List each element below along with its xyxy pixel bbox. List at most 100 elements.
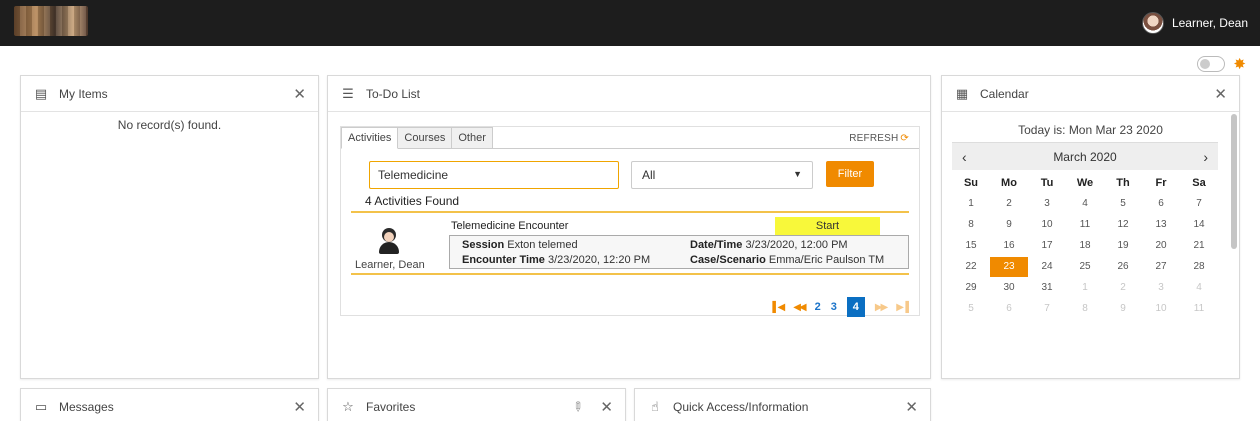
week-row: 1234567 <box>952 193 1218 214</box>
quick-access-title: Quick Access/Information <box>673 399 809 414</box>
calendar-day[interactable]: 6 <box>1142 198 1180 209</box>
calendar-day[interactable]: 1 <box>1066 282 1104 293</box>
calendar-day[interactable]: 24 <box>1028 261 1066 272</box>
calendar-day[interactable]: 11 <box>1180 303 1218 314</box>
close-icon[interactable]: ✕ <box>600 398 613 416</box>
month-label[interactable]: March 2020 <box>1053 150 1116 164</box>
todo-header: ☰ To-Do List <box>328 76 930 112</box>
messages-panel: ▭ Messages ✕ <box>20 388 319 421</box>
refresh-button[interactable]: REFRESH ⟳ <box>849 133 909 144</box>
weekday-label: Sa <box>1192 176 1206 189</box>
calendar-day[interactable]: 9 <box>990 219 1028 230</box>
week-row: 22 23 24 25 26 27 28 <box>952 256 1218 277</box>
messages-title: Messages <box>59 399 114 414</box>
calendar-day[interactable]: 5 <box>1104 198 1142 209</box>
calendar-day[interactable]: 25 <box>1066 261 1104 272</box>
close-icon[interactable]: ✕ <box>293 398 306 416</box>
tab-courses[interactable]: Courses <box>397 127 453 149</box>
calendar-grid: Su Mo Tu We Th Fr Sa 1 2 3 4 5 6 7 8 9 10 11 12 13 14 15 16 17 1… <box>952 172 1218 319</box>
calendar-day[interactable]: 12 <box>1104 219 1142 230</box>
calendar-day[interactable]: 16 <box>990 240 1028 251</box>
calendar-day[interactable]: 7 <box>1180 198 1218 209</box>
calendar-day[interactable]: 9 <box>1104 303 1142 314</box>
favorites-header: ☆ Favorites ✎ ✕ <box>328 389 625 421</box>
tab-activities[interactable]: Activities <box>341 127 399 149</box>
next-page-icon[interactable]: ▶▶ <box>875 302 888 313</box>
last-page-icon[interactable]: ▶▐ <box>896 302 909 313</box>
search-input[interactable] <box>369 161 619 189</box>
calendar-day[interactable]: 21 <box>1180 240 1218 251</box>
chevron-right-icon[interactable]: › <box>1203 149 1208 165</box>
close-icon[interactable]: ✕ <box>1214 85 1227 103</box>
calendar-day[interactable]: 20 <box>1142 240 1180 251</box>
calendar-day[interactable]: 31 <box>1028 282 1066 293</box>
calendar-day[interactable]: 19 <box>1104 240 1142 251</box>
start-button[interactable]: Start <box>775 217 880 235</box>
calendar-day-selected[interactable]: 23 <box>990 256 1028 277</box>
todo-content: Activities Courses Other REFRESH⟳ All ▼ … <box>340 126 920 317</box>
top-bar: Learner, Dean <box>0 0 1260 46</box>
calendar-day[interactable]: 8 <box>1066 303 1104 314</box>
calendar-day[interactable]: 8 <box>952 219 990 230</box>
calendar-day[interactable]: 14 <box>1180 219 1218 230</box>
type-select[interactable]: All ▼ <box>631 161 813 189</box>
calendar-day[interactable]: 1 <box>952 198 990 209</box>
calendar-day[interactable]: 22 <box>952 261 990 272</box>
calendar-panel: ▦ Calendar ✕ Today is: Mon Mar 23 2020 ‹… <box>941 75 1240 379</box>
filter-button[interactable]: Filter <box>826 161 874 187</box>
calendar-day[interactable]: 2 <box>1104 282 1142 293</box>
calendar-header: ▦ Calendar ✕ <box>942 76 1239 112</box>
todo-panel: ☰ To-Do List Activities Courses Other RE… <box>327 75 931 379</box>
gear-icon[interactable]: ✸ <box>1233 57 1246 72</box>
weekday-row: Su Mo Tu We Th Fr Sa <box>952 172 1218 193</box>
calendar-day[interactable]: 29 <box>952 282 990 293</box>
calendar-day[interactable]: 3 <box>1028 198 1066 209</box>
calendar-day[interactable]: 26 <box>1104 261 1142 272</box>
weekday-label: Mo <box>1001 176 1017 189</box>
calendar-day[interactable]: 27 <box>1142 261 1180 272</box>
calendar-day[interactable]: 17 <box>1028 240 1066 251</box>
calendar-day[interactable]: 7 <box>1028 303 1066 314</box>
weekday-label: We <box>1076 176 1094 189</box>
calendar-day[interactable]: 2 <box>990 198 1028 209</box>
activity-user-name: Learner, Dean <box>355 259 425 271</box>
calendar-day[interactable]: 3 <box>1142 282 1180 293</box>
refresh-label: REFRESH <box>849 133 899 144</box>
messages-header: ▭ Messages ✕ <box>21 389 318 421</box>
chevron-left-icon[interactable]: ‹ <box>962 149 967 165</box>
calendar-day[interactable]: 13 <box>1142 219 1180 230</box>
empty-message: No record(s) found. <box>117 118 222 132</box>
calendar-day[interactable]: 10 <box>1028 219 1066 230</box>
close-icon[interactable]: ✕ <box>905 398 918 416</box>
calendar-day[interactable]: 6 <box>990 303 1028 314</box>
site-logo[interactable] <box>14 6 88 36</box>
calendar-day[interactable]: 4 <box>1066 198 1104 209</box>
calendar-day[interactable]: 15 <box>952 240 990 251</box>
my-items-header: ▤ My Items ✕ <box>21 76 318 112</box>
select-value: All <box>642 168 656 182</box>
case-value: Emma/Eric Paulson TM <box>768 254 885 266</box>
message-icon: ▭ <box>34 398 48 414</box>
calendar-day[interactable]: 30 <box>990 282 1028 293</box>
calendar-scrollbar[interactable] <box>1231 114 1237 249</box>
calendar-day[interactable]: 5 <box>952 303 990 314</box>
user-menu[interactable]: Learner, Dean <box>1141 11 1248 35</box>
calendar-day[interactable]: 10 <box>1142 303 1180 314</box>
tab-other[interactable]: Other <box>451 127 493 149</box>
first-page-icon[interactable]: ▌◀ <box>772 302 785 313</box>
todo-tab-body: All ▼ Filter 4 Activities Found Telemedi… <box>341 148 919 317</box>
page-3[interactable]: 3 <box>831 301 837 313</box>
close-icon[interactable]: ✕ <box>293 85 306 103</box>
todo-tabs: Activities Courses Other <box>341 127 493 149</box>
month-nav: ‹ March 2020 › <box>952 142 1218 170</box>
layout-toggle[interactable] <box>1197 56 1226 72</box>
page-4-active[interactable]: 4 <box>846 297 865 317</box>
prev-page-icon[interactable]: ◀◀ <box>793 302 806 313</box>
calendar-day[interactable]: 4 <box>1180 282 1218 293</box>
list-icon: ☰ <box>342 85 354 101</box>
page-2[interactable]: 2 <box>815 301 821 313</box>
calendar-day[interactable]: 11 <box>1066 219 1104 230</box>
calendar-day[interactable]: 28 <box>1180 261 1218 272</box>
user-avatar <box>1141 12 1164 34</box>
calendar-day[interactable]: 18 <box>1066 240 1104 251</box>
